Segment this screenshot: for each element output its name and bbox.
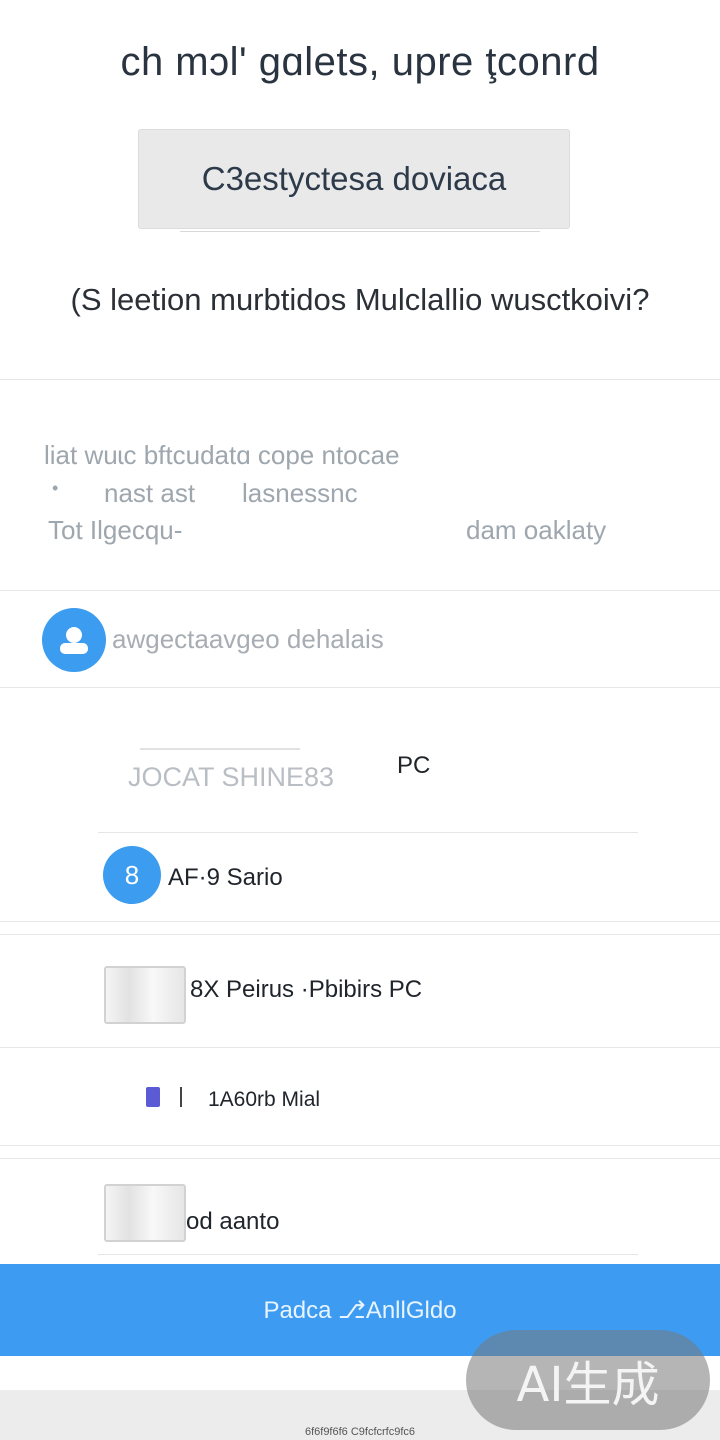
device-badge-icon: 8: [103, 846, 161, 904]
watermark-label: AI生成: [516, 1357, 660, 1413]
user-icon: [60, 627, 88, 654]
info-line-3a: Tot Ilgecqu-: [48, 515, 183, 545]
divider: [0, 1047, 720, 1048]
device-name-faded: JOCAT SHINE83: [128, 762, 335, 792]
selected-device-label: C3estyctesa doviaca: [201, 160, 507, 197]
divider: [0, 934, 720, 935]
divider: [0, 687, 720, 688]
divider: [0, 1145, 720, 1146]
bullet-icon: •: [52, 478, 59, 498]
device-frame-line: [140, 748, 300, 750]
ai-generated-watermark: AI生成: [466, 1330, 710, 1430]
primary-action-label: Padca ⎇AnllGldo: [263, 1296, 457, 1324]
divider: [98, 832, 638, 833]
divider: [98, 1254, 638, 1255]
device-label: 8X Peirus ·Pbibirs PC: [190, 976, 423, 1003]
phone-icon: [146, 1087, 160, 1107]
divider: [0, 1158, 720, 1159]
device-label: od aanto: [186, 1208, 280, 1235]
laptop-thumbnail-icon: [104, 966, 186, 1024]
monitor-thumbnail-icon: [104, 1184, 186, 1242]
info-panel: liat wuɩc bftcudatɑ cope ntocae • nast a…: [0, 408, 720, 590]
info-line-2: nast ast: [104, 478, 196, 508]
divider: [0, 379, 720, 380]
selection-question: (S leetion murbtidos Mulclallio wusctkoi…: [70, 282, 650, 317]
device-label: 1A60rb Mial: [208, 1088, 321, 1111]
page-title: ch mɔl' gɑlets, upre ţconrd: [120, 40, 600, 84]
device-type-label: PC: [397, 752, 431, 779]
info-line-1: liat wuɩc bftcudatɑ cope ntocae: [44, 440, 400, 470]
device-item-mial[interactable]: [98, 1055, 638, 1140]
account-label: awgectaavgeo dehalais: [112, 624, 384, 654]
avatar: [42, 608, 106, 672]
device-label: AF·9 Sario: [168, 864, 283, 891]
chip-underline: [180, 210, 540, 232]
separator-icon: [180, 1087, 182, 1107]
info-line-3b: dam oaklaty: [466, 515, 607, 545]
divider: [0, 921, 720, 922]
info-line-2b: lasnessnc: [242, 478, 358, 508]
